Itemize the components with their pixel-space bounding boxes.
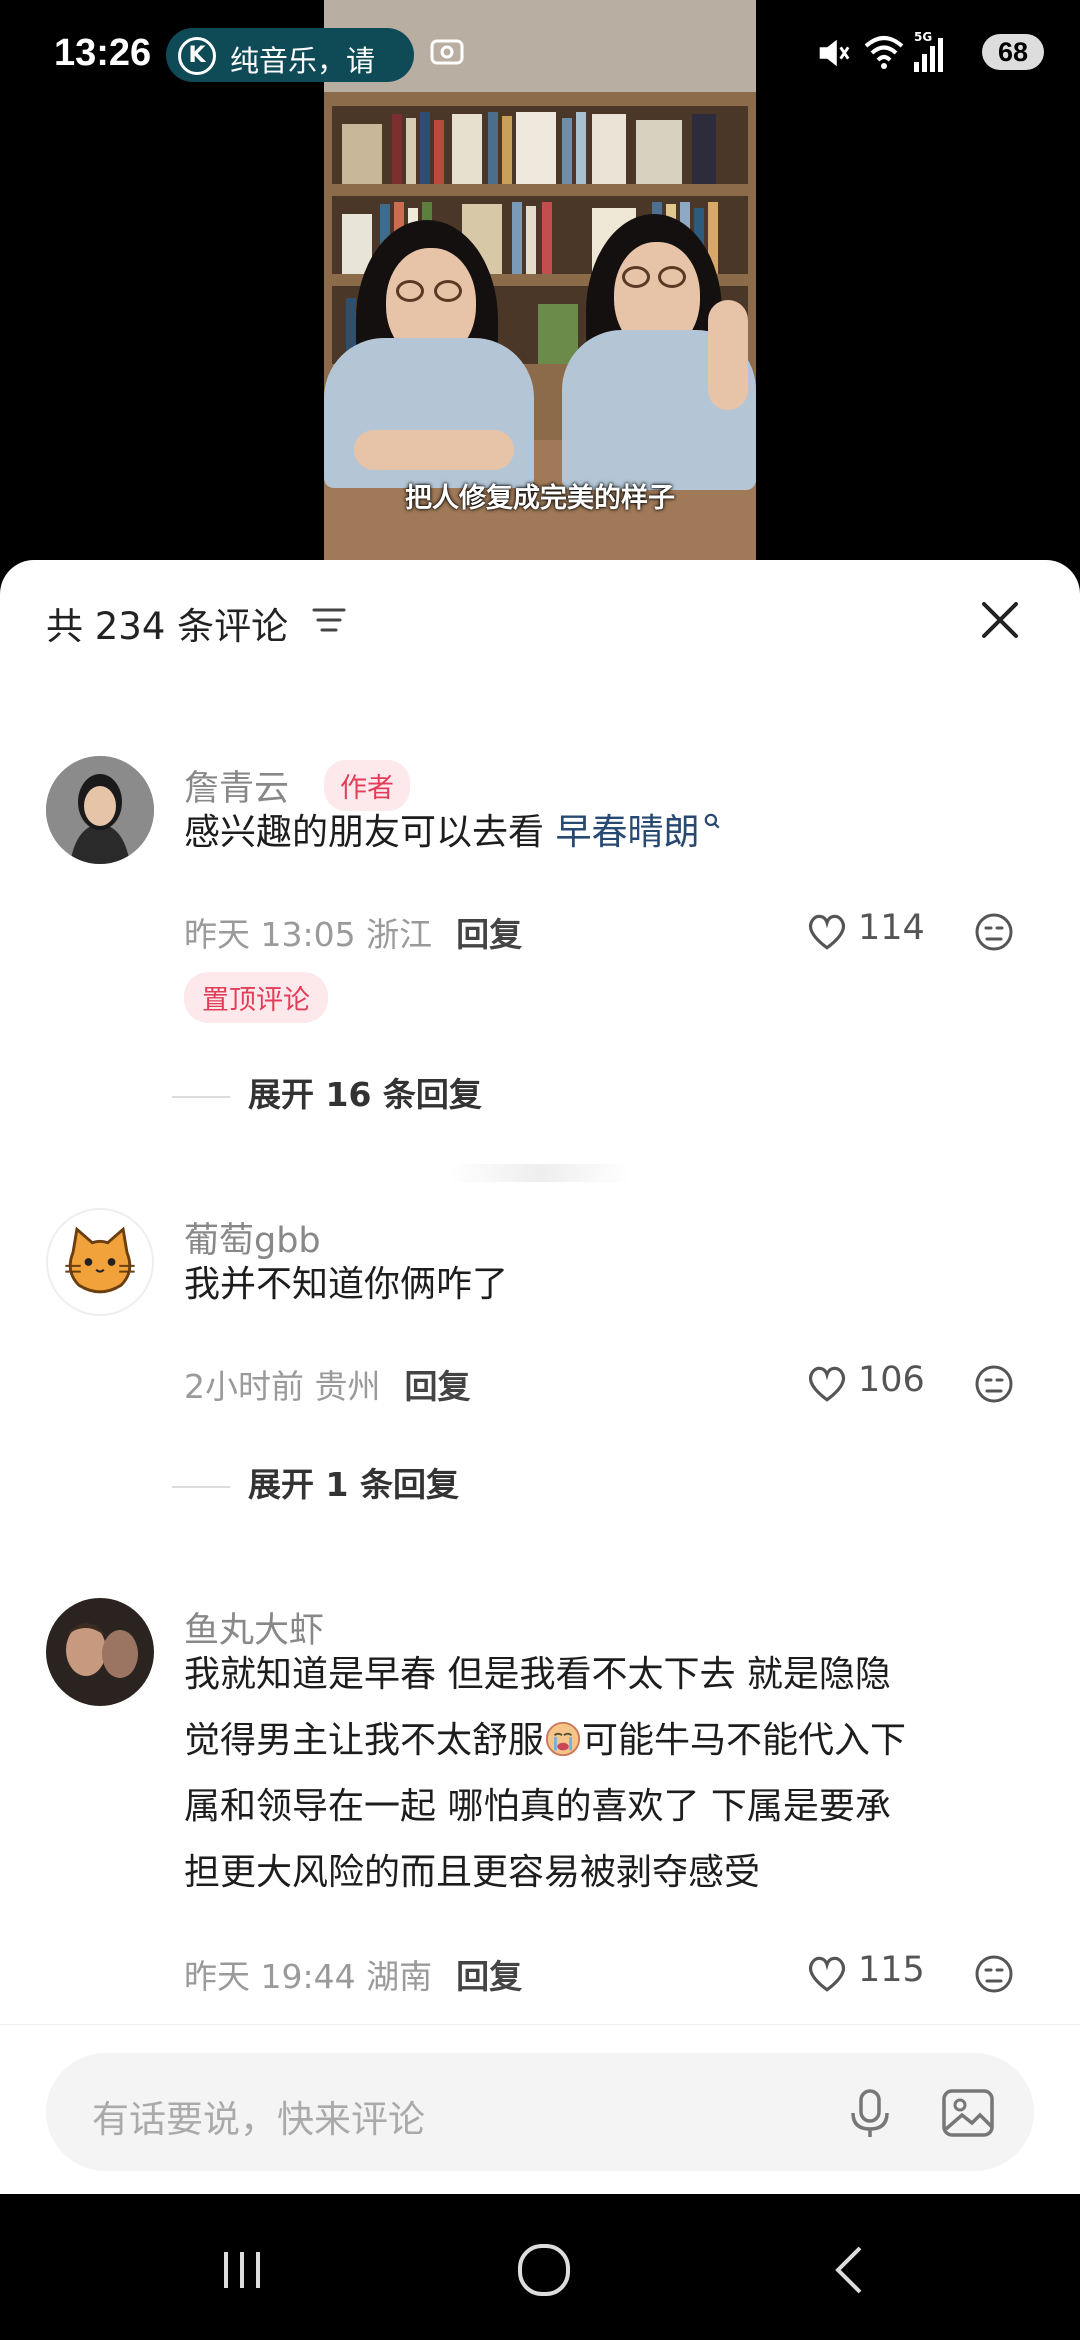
comment-meta: 昨天 13:05 浙江 回复 (184, 908, 522, 956)
back-icon[interactable] (820, 2240, 880, 2300)
image-icon[interactable] (938, 2083, 998, 2143)
shelf-row (332, 106, 748, 184)
comment-time-location: 昨天 13:05 浙江 (184, 915, 433, 954)
like-count: 114 (858, 908, 925, 948)
dislike-face-icon[interactable] (974, 1954, 1014, 1994)
comment-meta: 2小时前 贵州 回复 (184, 1360, 471, 1408)
comment-text: 我就知道是早春 但是我看不太下去 就是隐隐 觉得男主让我不太舒服 可能牛马不能代入… (184, 1642, 1040, 1906)
music-notification-text: 纯音乐，请 (230, 44, 376, 78)
expand-replies-button[interactable]: 展开 1 条回复 (172, 1458, 459, 1506)
mute-icon (819, 39, 850, 67)
avatar[interactable] (46, 1208, 154, 1316)
avatar[interactable] (46, 1598, 154, 1706)
close-icon[interactable] (976, 596, 1024, 644)
comments-count-title: 共 234 条评论 (46, 605, 289, 648)
cat-avatar-icon (65, 1226, 135, 1294)
comment-text: 我并不知道你俩咋了 (184, 1264, 509, 1305)
recent-apps-icon[interactable] (212, 2240, 272, 2300)
comment-text-part: 可能牛马不能代入下 (582, 1720, 907, 1761)
heart-icon (808, 1366, 846, 1402)
expand-divider-line (172, 1485, 230, 1488)
comment-time-location: 昨天 19:44 湖南 (184, 1957, 433, 1996)
comment-text-line: 属和领导在一起 哪怕真的喜欢了 下属是要承 (184, 1786, 891, 1827)
comment-input[interactable]: 有话要说，快来评论 (46, 2053, 1034, 2171)
screenshot-icon (430, 39, 464, 65)
home-icon[interactable] (514, 2240, 574, 2300)
comment-meta: 昨天 19:44 湖南 回复 (184, 1950, 522, 1998)
status-bar: 13:26 K 纯音乐，请 5G 68 (0, 0, 1080, 110)
comment-text-line: 担更大风险的而且更容易被剥夺感受 (184, 1852, 761, 1893)
comment-text: 感兴趣的朋友可以去看 早春晴朗 (184, 800, 1040, 866)
comment-text-line: 我就知道是早春 但是我看不太下去 就是隐隐 (184, 1654, 891, 1695)
battery-indicator: 68 (982, 34, 1044, 70)
like-count: 106 (858, 1360, 925, 1400)
search-icon[interactable] (703, 812, 721, 830)
expand-replies-label: 展开 1 条回复 (248, 1465, 459, 1504)
like-count: 115 (858, 1950, 925, 1990)
reply-button[interactable]: 回复 (456, 915, 522, 954)
comment-time-location: 2小时前 贵州 (184, 1367, 381, 1406)
system-navigation-bar (0, 2194, 1080, 2340)
expand-replies-label: 展开 16 条回复 (248, 1075, 482, 1114)
heart-icon (808, 1956, 846, 1992)
sort-filter-icon[interactable] (312, 606, 346, 634)
status-icons: 5G 68 (814, 30, 1044, 74)
crying-emoji-icon (545, 1721, 581, 1757)
heart-icon (808, 914, 846, 950)
comment-input-placeholder: 有话要说，快来评论 (92, 2098, 425, 2141)
comment-input-bar: 有话要说，快来评论 (0, 2024, 1080, 2195)
avatar[interactable] (46, 756, 154, 864)
expand-replies-button[interactable]: 展开 16 条回复 (172, 1068, 482, 1116)
comment-divider (450, 1164, 630, 1182)
comment-text-prefix: 感兴趣的朋友可以去看 (184, 812, 556, 853)
microphone-icon[interactable] (840, 2083, 900, 2143)
search-link[interactable]: 早春晴朗 (555, 812, 699, 853)
signal-icon (914, 38, 943, 72)
music-notification-pill[interactable]: K 纯音乐，请 (166, 28, 414, 82)
video-caption: 把人修复成完美的样子 (405, 483, 675, 514)
expand-divider-line (172, 1095, 230, 1098)
comment-text-line: 觉得男主让我不太舒服 可能牛马不能代入下 (184, 1708, 1040, 1774)
comments-sheet: 共 234 条评论 詹青云 作者 感兴趣的朋友可以去看 早春晴朗 昨天 13:0… (0, 560, 1080, 2194)
reply-button[interactable]: 回复 (405, 1367, 471, 1406)
status-time: 13:26 (54, 32, 152, 74)
pinned-comment-badge: 置顶评论 (184, 972, 328, 1023)
comment-text-part: 觉得男主让我不太舒服 (184, 1720, 545, 1761)
reply-button[interactable]: 回复 (456, 1957, 522, 1996)
dislike-face-icon[interactable] (974, 1364, 1014, 1404)
music-app-icon: K (178, 37, 216, 75)
wifi-icon (864, 36, 904, 69)
dislike-face-icon[interactable] (974, 912, 1014, 952)
